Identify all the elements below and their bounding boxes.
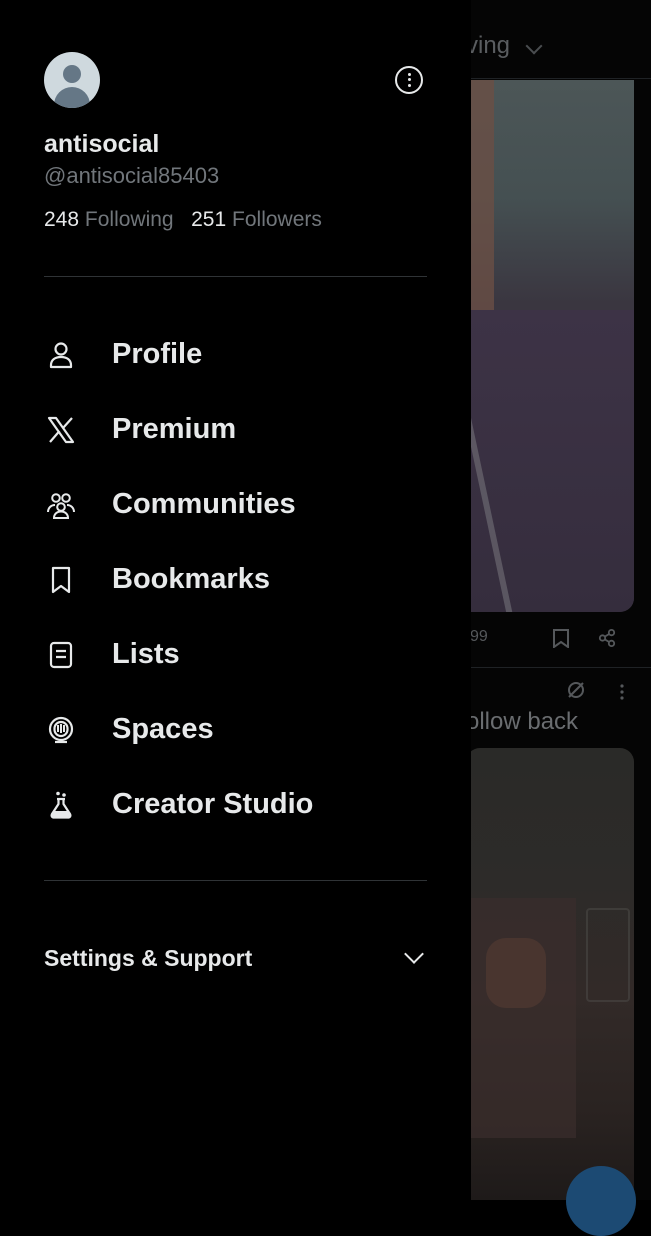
feed-divider bbox=[466, 78, 651, 79]
post-image[interactable] bbox=[466, 80, 634, 612]
menu-label: Communities bbox=[112, 488, 296, 520]
menu-label: Creator Studio bbox=[112, 788, 314, 820]
person-icon bbox=[44, 338, 78, 372]
following-link[interactable]: 248 Following bbox=[44, 208, 174, 231]
more-options-icon[interactable] bbox=[395, 66, 423, 94]
bookmark-icon bbox=[44, 563, 78, 597]
following-count: 248 bbox=[44, 208, 80, 231]
list-icon bbox=[44, 638, 78, 672]
divider bbox=[44, 880, 427, 881]
menu-label: Profile bbox=[112, 338, 203, 370]
feed-tab-following[interactable]: ving bbox=[466, 32, 510, 60]
menu-label: Premium bbox=[112, 413, 237, 445]
menu-label: Lists bbox=[112, 638, 180, 670]
menu-item-premium[interactable]: Premium bbox=[44, 392, 444, 467]
settings-support-label: Settings & Support bbox=[44, 944, 253, 971]
followers-link[interactable]: 251 Followers bbox=[191, 208, 322, 231]
menu-item-communities[interactable]: Communities bbox=[44, 467, 444, 542]
x-logo-icon bbox=[44, 413, 78, 447]
settings-support-toggle[interactable]: Settings & Support bbox=[44, 938, 427, 978]
menu-item-lists[interactable]: Lists bbox=[44, 617, 444, 692]
menu-item-profile[interactable]: Profile bbox=[44, 317, 444, 392]
more-icon[interactable] bbox=[620, 684, 624, 700]
flask-icon bbox=[44, 788, 78, 822]
compose-button[interactable] bbox=[566, 1166, 636, 1236]
spaces-icon bbox=[44, 713, 78, 747]
navigation-drawer: antisocial @antisocial85403 248 Followin… bbox=[0, 0, 471, 1200]
communities-icon bbox=[44, 488, 78, 522]
user-handle[interactable]: @antisocial85403 bbox=[44, 163, 219, 189]
display-name[interactable]: antisocial bbox=[44, 130, 159, 159]
followers-count: 251 bbox=[191, 208, 227, 231]
avatar[interactable] bbox=[44, 52, 100, 108]
chevron-down-icon bbox=[404, 944, 424, 964]
bookmark-icon[interactable] bbox=[552, 628, 570, 649]
post-text: ollow back bbox=[466, 708, 579, 735]
feed-divider bbox=[466, 667, 651, 668]
post-view-count: 99 bbox=[470, 628, 488, 645]
menu-label: Spaces bbox=[112, 713, 214, 745]
muted-icon[interactable] bbox=[566, 680, 586, 700]
post-image[interactable] bbox=[466, 748, 634, 1200]
menu-item-bookmarks[interactable]: Bookmarks bbox=[44, 542, 444, 617]
chevron-down-icon bbox=[525, 37, 543, 55]
menu-item-creator-studio[interactable]: Creator Studio bbox=[44, 767, 444, 842]
menu-item-spaces[interactable]: Spaces bbox=[44, 692, 444, 767]
divider bbox=[44, 276, 427, 277]
drawer-menu: Profile Premium Communities Bookmarks Li… bbox=[44, 317, 444, 842]
following-label: Following bbox=[84, 208, 174, 231]
menu-label: Bookmarks bbox=[112, 563, 270, 595]
follow-stats: 248 Following 251 Followers bbox=[44, 208, 322, 232]
followers-label: Followers bbox=[232, 208, 322, 231]
share-icon[interactable] bbox=[598, 628, 616, 648]
